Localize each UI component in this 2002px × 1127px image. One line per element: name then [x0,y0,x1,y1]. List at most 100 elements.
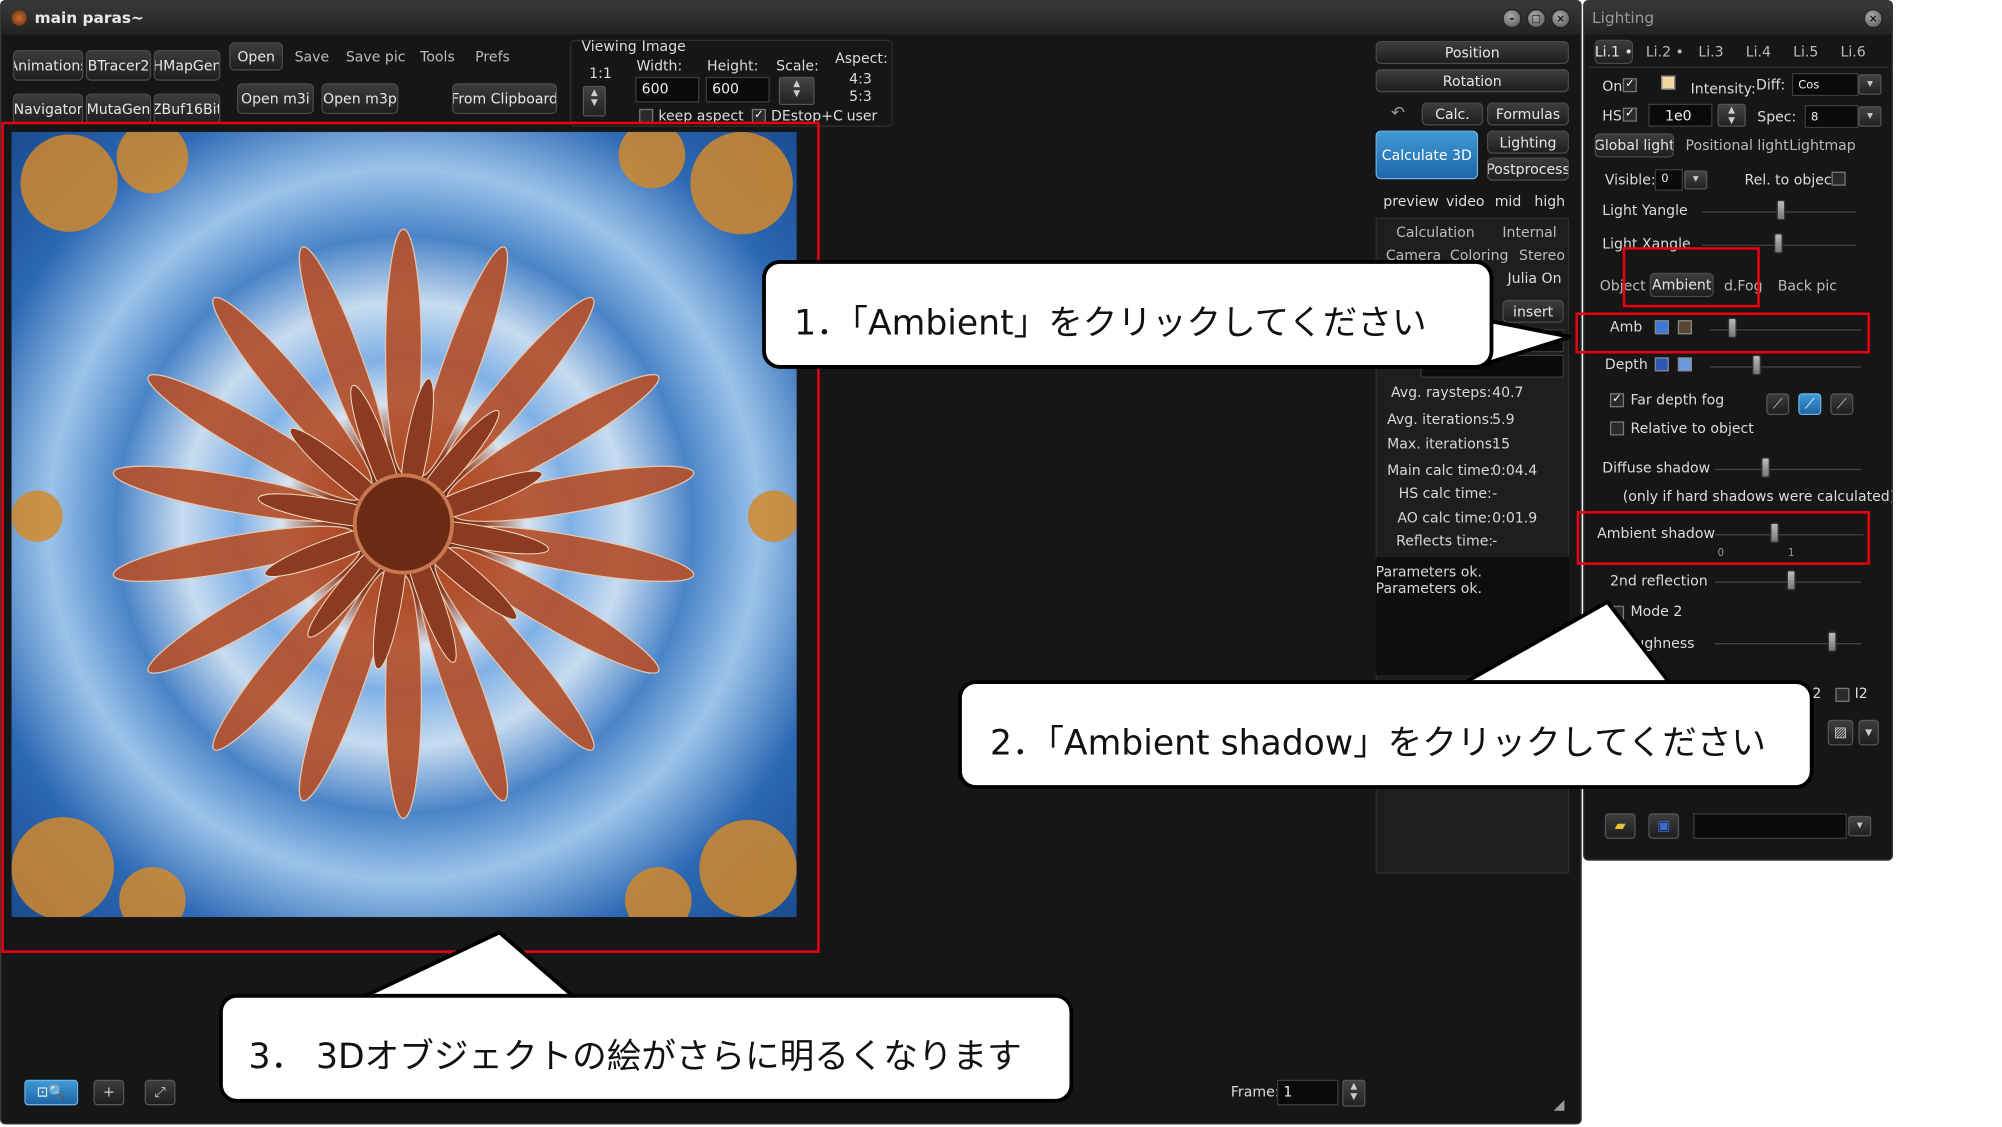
close-icon[interactable]: × [1551,8,1571,29]
menu-save-pic[interactable]: Save pic [346,49,406,66]
light-xangle-slider[interactable] [1773,233,1783,254]
add-icon[interactable]: + [93,1079,125,1106]
resize-grip-icon[interactable]: ◢ [1554,1096,1565,1113]
intensity-label: Intensity: [1690,80,1756,98]
lighting-close-icon[interactable]: × [1863,8,1883,29]
hs-spinner[interactable]: ▲ ▼ [1717,103,1746,127]
maximize-icon[interactable]: □ [1526,8,1546,29]
tab-stereo[interactable]: Stereo [1519,247,1565,264]
preset-select[interactable] [1693,813,1847,839]
menu-open[interactable]: Open [229,42,284,71]
depth-color-swatch-1[interactable] [1654,357,1669,372]
height-input[interactable]: 600 [705,76,770,103]
positional-light-tab[interactable]: Positional light [1686,137,1789,154]
viewing-spinner[interactable]: ▲ ▼ [582,85,606,117]
hs-input[interactable]: 1e0 [1648,103,1713,127]
calculate-3d-button[interactable]: Calculate 3D [1375,130,1479,180]
select-zoom-icon[interactable]: ⊡🔍 [24,1079,79,1106]
light-tab-4[interactable]: Li.4 [1746,44,1771,61]
visible-select[interactable]: 0 [1654,169,1683,191]
frame-spinner[interactable]: ▲ ▼ [1342,1079,1366,1107]
light-color-swatch[interactable] [1661,75,1676,90]
menu-save[interactable]: Save [295,49,330,66]
light-tab-5[interactable]: Li.5 [1793,44,1818,61]
open-m3p-button[interactable]: Open m3p [321,83,399,114]
from-clipboard-button[interactable]: From Clipboard [452,83,558,114]
quality-video[interactable]: video [1446,193,1484,210]
fog-mode-1-icon[interactable]: ⟋ [1766,393,1790,415]
callout-1-text: 1．「Ambient」をクリックしてください [794,303,1427,344]
far-depth-fog-checkbox[interactable]: ✓ [1609,393,1625,408]
visible-dropdown-icon[interactable]: ▾ [1684,170,1708,190]
depth-track[interactable] [1709,365,1862,368]
rel-to-object-checkbox[interactable] [1831,171,1846,186]
diff-select[interactable]: Cos [1791,73,1859,97]
preview-image-icon[interactable]: ▨ [1827,719,1854,746]
tab-calculation[interactable]: Calculation [1396,224,1475,241]
tab-internal[interactable]: Internal [1502,224,1556,241]
hmapgen-button[interactable]: HMapGen [153,49,221,81]
lightmap-tab[interactable]: Lightmap [1789,137,1855,154]
preview-toggle-icon[interactable]: ▾ [1858,719,1879,746]
light-tab-6[interactable]: Li.6 [1841,44,1866,61]
stat-max-iterations-value: 15 [1492,435,1511,453]
roughness-track[interactable] [1714,641,1862,645]
animations-button[interactable]: Animations [12,49,84,81]
spec-dropdown-icon[interactable]: ▾ [1858,106,1882,127]
depth-slider[interactable] [1752,354,1762,376]
pick-icon[interactable]: ⤢ [144,1079,176,1106]
stat-hs-calc-time-label: HS calc time: [1398,485,1492,503]
aspect-4-3[interactable]: 4:3 [849,70,872,87]
open-folder-icon[interactable]: ▰ [1604,813,1636,839]
insert-button[interactable]: insert [1502,299,1564,323]
second-reflection-slider[interactable] [1786,569,1796,591]
mode2-checkbox[interactable] [1609,605,1625,620]
navigator-button[interactable]: Navigator [12,93,84,125]
rotation-button[interactable]: Rotation [1375,69,1569,93]
frame-input[interactable]: 1 [1276,1079,1339,1106]
on-checkbox[interactable]: ✓ [1622,78,1637,93]
hs-checkbox[interactable]: ✓ [1622,107,1637,122]
global-light-tab[interactable]: Global light [1594,133,1675,158]
diffuse-shadow-track[interactable] [1714,467,1862,471]
diff-dropdown-icon[interactable]: ▾ [1858,74,1882,95]
undo-icon[interactable]: ↶ [1391,104,1405,123]
callout-3-text: 3． 3Dオブジェクトの絵がさらに明るくなります [248,1037,1022,1078]
quality-preview[interactable]: preview [1383,193,1439,210]
menu-prefs[interactable]: Prefs [475,49,510,66]
light-tab-1[interactable]: Li.1 • [1594,39,1634,65]
spec-select[interactable]: 8 [1804,105,1859,129]
minimize-icon[interactable]: – [1502,8,1522,29]
zbuf16bit-button[interactable]: ZBuf16Bit [153,93,221,125]
roughness-slider[interactable] [1827,631,1837,652]
aspect-5-3[interactable]: 5:3 [849,88,872,105]
position-button[interactable]: Position [1375,40,1569,65]
light-yangle-slider[interactable] [1776,199,1786,221]
width-input[interactable]: 600 [635,76,700,103]
light-yangle-label: Light Yangle [1602,202,1688,220]
i2-checkbox[interactable] [1835,687,1850,702]
fog-mode-2-icon[interactable]: ⟋ [1798,393,1822,415]
formulas-button[interactable]: Formulas [1487,102,1569,126]
julia-on-label[interactable]: Julia On [1508,270,1562,287]
menu-tools[interactable]: Tools [420,49,455,66]
open-m3i-button[interactable]: Open m3i [236,83,314,114]
back-pic-tab[interactable]: Back pic [1778,278,1837,295]
light-tab-3[interactable]: Li.3 [1698,44,1723,61]
preset-dropdown-icon[interactable]: ▾ [1848,815,1872,837]
aspect-user[interactable]: user [847,108,878,125]
light-tab-2[interactable]: Li.2 • [1646,44,1684,61]
postprocess-button[interactable]: Postprocess [1487,157,1569,181]
calc-button[interactable]: Calc. [1421,102,1484,126]
quality-mid[interactable]: mid [1495,193,1522,210]
save-disk-icon[interactable]: ▣ [1648,813,1680,839]
lighting-button[interactable]: Lighting [1487,130,1569,154]
fog-mode-3-icon[interactable]: ⟋ [1830,393,1854,415]
mutagen-button[interactable]: MutaGen [85,93,152,125]
scale-spinner[interactable]: ▲ ▼ [778,76,815,106]
quality-high[interactable]: high [1534,193,1565,210]
diffuse-shadow-slider[interactable] [1761,457,1771,478]
depth-color-swatch-2[interactable] [1677,357,1692,372]
btracer2-button[interactable]: BTracer2 [85,49,152,81]
relative-to-object-checkbox[interactable] [1609,421,1625,436]
